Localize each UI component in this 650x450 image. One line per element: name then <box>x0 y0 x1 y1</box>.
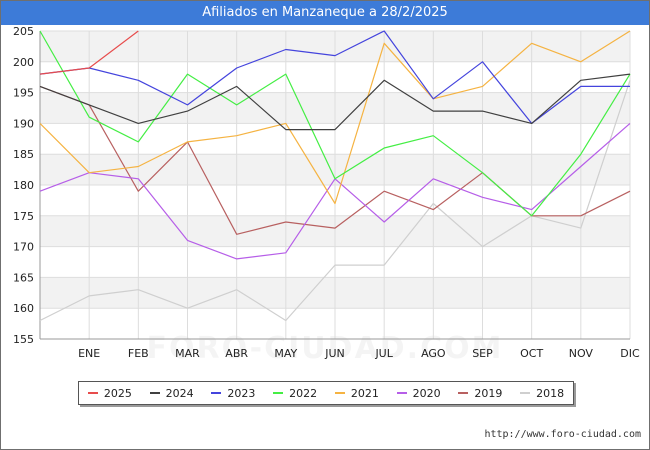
legend-swatch <box>149 392 160 394</box>
legend-item-2019: 2019 <box>458 387 502 400</box>
legend-swatch <box>87 392 98 394</box>
x-tick-label: MAR <box>175 347 200 360</box>
y-tick-label: 180 <box>13 179 34 192</box>
legend-swatch <box>520 392 531 394</box>
legend: 2025 2024 2023 2022 2021 2020 2019 2018 <box>78 381 574 405</box>
x-tick-label: MAY <box>274 347 297 360</box>
y-tick-label: 200 <box>13 56 34 69</box>
footer-url[interactable]: http://www.foro-ciudad.com <box>484 429 641 440</box>
x-tick-label: AGO <box>421 347 446 360</box>
legend-swatch <box>211 392 222 394</box>
x-tick-label: SEP <box>472 347 493 360</box>
x-tick-label: JUN <box>324 347 345 360</box>
x-tick-label: FEB <box>128 347 149 360</box>
legend-swatch <box>396 392 407 394</box>
legend-item-2023: 2023 <box>211 387 255 400</box>
legend-label: 2019 <box>474 386 503 400</box>
chart-frame: Afiliados en Manzaneque a 28/2/2025 FORO… <box>0 0 650 450</box>
legend-item-2021: 2021 <box>334 386 379 400</box>
legend-item-2018: 2018 <box>520 387 564 400</box>
x-tick-label: JUL <box>374 347 393 360</box>
y-tick-label: 170 <box>13 241 34 254</box>
legend-label: 2025 <box>103 386 132 400</box>
legend-swatch <box>334 392 345 394</box>
y-tick-label: 160 <box>13 302 34 315</box>
y-tick-label: 155 <box>13 333 34 346</box>
legend-swatch <box>458 392 469 394</box>
y-tick-label: 205 <box>13 25 34 38</box>
legend-item-2020: 2020 <box>396 386 441 400</box>
legend-swatch <box>273 392 284 394</box>
legend-label: 2023 <box>227 386 256 400</box>
legend-item-2024: 2024 <box>149 386 194 400</box>
y-tick-label: 195 <box>13 87 34 100</box>
legend-label: 2024 <box>165 386 194 400</box>
legend-label: 2018 <box>536 386 565 400</box>
legend-item-2025: 2025 <box>87 386 132 400</box>
x-tick-label: NOV <box>569 347 594 360</box>
y-tick-label: 175 <box>13 210 34 223</box>
legend-item-2022: 2022 <box>273 387 317 400</box>
x-tick-label: DIC <box>620 347 640 360</box>
legend-label: 2020 <box>412 386 441 400</box>
legend-label: 2022 <box>289 386 318 400</box>
legend-label: 2021 <box>350 386 379 400</box>
x-tick-label: ENE <box>78 347 100 360</box>
x-tick-label: ABR <box>225 347 248 360</box>
y-tick-label: 165 <box>13 271 34 284</box>
y-tick-label: 190 <box>13 117 34 130</box>
x-tick-label: OCT <box>520 347 543 360</box>
y-tick-label: 185 <box>13 148 34 161</box>
